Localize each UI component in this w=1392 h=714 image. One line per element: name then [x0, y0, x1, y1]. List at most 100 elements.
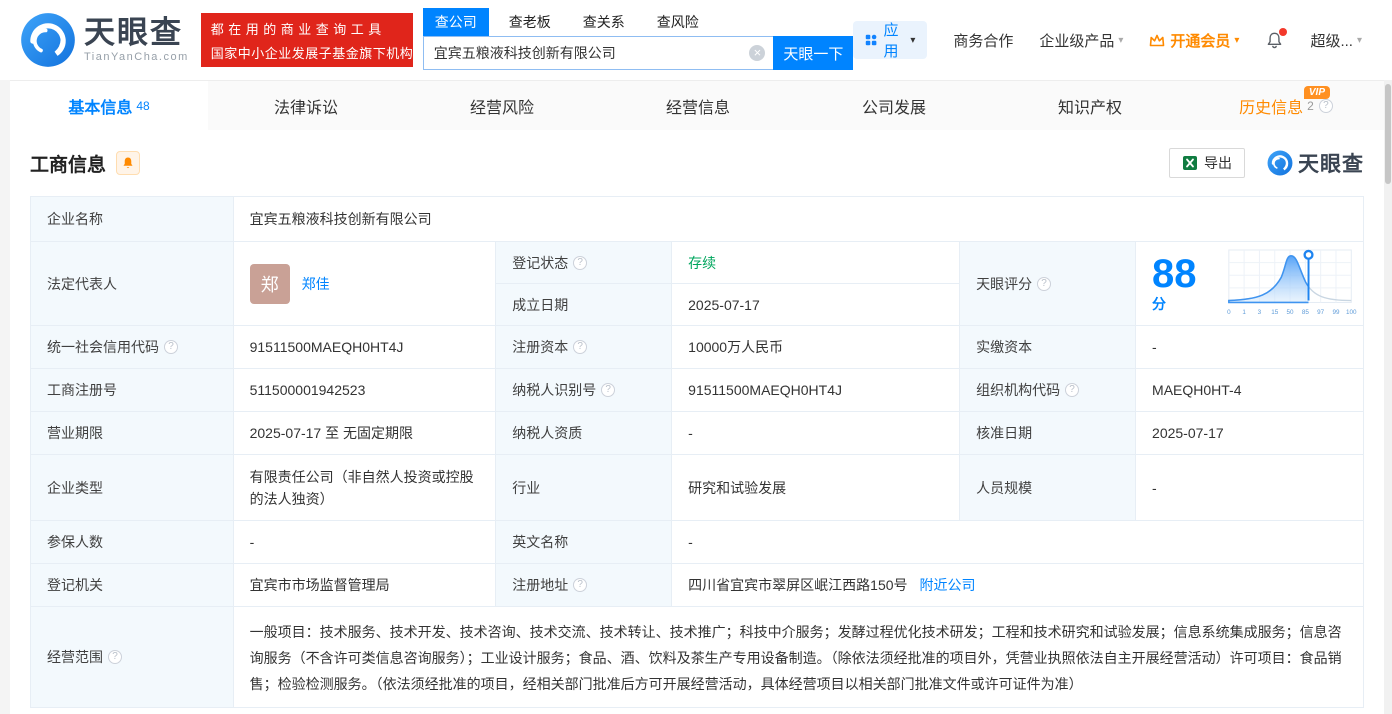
subscribe-bell-button[interactable] — [116, 151, 141, 175]
nav-super-label: 超级... — [1310, 32, 1353, 50]
main-content: 工商信息 导出 天眼查 企业名称 宜宾五粮液科技创新有限公司 法定代表人 郑 郑… — [10, 130, 1384, 714]
industry-label: 行业 — [496, 455, 673, 521]
svg-text:15: 15 — [1271, 309, 1279, 316]
org-code-value: MAEQH0HT-4 — [1136, 369, 1364, 412]
reg-number-value: 511500001942523 — [233, 369, 497, 412]
tianyancha-swirl-icon — [21, 13, 75, 67]
insured-count-label: 参保人数 — [31, 521, 234, 564]
logo-subtitle: TianYanCha.com — [84, 51, 189, 63]
reg-address-value-cell: 四川省宜宾市翠屏区岷江西路150号 附近公司 — [672, 564, 1364, 607]
nav-enterprise-label: 企业级产品 — [1039, 32, 1115, 50]
help-icon[interactable] — [108, 650, 122, 664]
avatar[interactable]: 郑 — [249, 263, 290, 304]
search-input[interactable] — [423, 37, 774, 69]
reg-capital-label-cell: 注册资本 — [496, 326, 673, 369]
help-icon[interactable] — [573, 340, 588, 354]
paid-capital-label: 实缴资本 — [960, 326, 1137, 369]
tab-operating-info[interactable]: 经营信息 — [600, 81, 796, 130]
tab-company-development[interactable]: 公司发展 — [796, 81, 992, 130]
search-tab-company[interactable]: 查公司 — [422, 8, 489, 36]
nav-open-vip[interactable]: 开通会员 ▾ — [1149, 30, 1239, 51]
tab-history-info[interactable]: VIP 历史信息 2 — [1188, 81, 1384, 130]
score-label: 天眼评分 — [976, 275, 1033, 292]
table-row: 经营范围 一般项目：技术服务、技术开发、技术咨询、技术交流、技术转让、技术推广；… — [31, 607, 1364, 708]
credit-code-label: 统一社会信用代码 — [47, 339, 159, 355]
tab-legal-proceedings[interactable]: 法律诉讼 — [208, 81, 404, 130]
tab-basic-info[interactable]: 基本信息 48 — [10, 81, 208, 130]
help-icon[interactable] — [601, 383, 616, 397]
taxpayer-id-label: 纳税人识别号 — [512, 382, 597, 398]
svg-text:100: 100 — [1346, 309, 1357, 316]
legal-rep-cell: 郑 郑佳 — [233, 242, 497, 326]
svg-text:97: 97 — [1317, 309, 1325, 316]
apps-menu[interactable]: 应用 ▾ — [853, 21, 928, 60]
help-icon[interactable] — [1065, 383, 1080, 397]
approval-date-value: 2025-07-17 — [1136, 412, 1364, 455]
help-icon[interactable] — [573, 255, 588, 270]
notifications-button[interactable] — [1265, 27, 1288, 50]
svg-text:0: 0 — [1227, 309, 1231, 316]
top-header: 天眼查 TianYanCha.com 都在用的商业查询工具 国家中小企业发展子基… — [0, 0, 1392, 80]
promo-banner: 都在用的商业查询工具 国家中小企业发展子基金旗下机构 — [200, 13, 413, 67]
legal-rep-link[interactable]: 郑佳 — [302, 274, 330, 294]
org-code-label: 组织机构代码 — [976, 382, 1061, 398]
scrollbar-thumb[interactable] — [1385, 84, 1391, 184]
search-button[interactable]: 天眼一下 — [773, 36, 854, 70]
apps-label: 应用 — [883, 22, 899, 60]
score-distribution-chart: 0 1 3 15 50 85 97 99 100 — [1227, 249, 1357, 316]
reg-status-label-cell: 登记状态 — [496, 242, 673, 284]
insured-count-value: - — [233, 521, 497, 564]
notification-dot — [1279, 27, 1288, 36]
company-name-label: 企业名称 — [31, 197, 234, 242]
tab-intellectual-property[interactable]: 知识产权 — [992, 81, 1188, 130]
table-row: 统一社会信用代码 91511500MAEQH0HT4J 注册资本 10000万人… — [31, 326, 1364, 369]
tab-basic-label: 基本信息 — [68, 99, 133, 117]
nearby-companies-link[interactable]: 附近公司 — [920, 575, 976, 595]
nav-business-cooperation[interactable]: 商务合作 — [953, 30, 1013, 51]
score-number: 88 — [1152, 251, 1197, 296]
est-date-label: 成立日期 — [496, 284, 673, 326]
business-scope-value: 一般项目：技术服务、技术开发、技术咨询、技术交流、技术转让、技术推广；科技中介服… — [233, 607, 1364, 708]
score-label-cell: 天眼评分 — [960, 242, 1137, 326]
tianyancha-logo[interactable]: 天眼查 TianYanCha.com — [20, 12, 189, 68]
search-tab-risk[interactable]: 查风险 — [645, 8, 711, 36]
nav-vip-label: 开通会员 — [1170, 32, 1231, 50]
reg-number-label: 工商注册号 — [31, 369, 234, 412]
reg-authority-label: 登记机关 — [31, 564, 234, 607]
help-icon[interactable] — [1318, 98, 1333, 113]
reg-status-value-cell: 存续 — [672, 242, 961, 284]
export-button[interactable]: 导出 — [1169, 148, 1245, 178]
approval-date-label: 核准日期 — [960, 412, 1137, 455]
search-tab-relation[interactable]: 查关系 — [571, 8, 637, 36]
reg-authority-value: 宜宾市市场监督管理局 — [233, 564, 497, 607]
score-marker-pin — [1303, 249, 1314, 260]
tab-operating-risk[interactable]: 经营风险 — [404, 81, 600, 130]
help-icon[interactable] — [573, 578, 588, 592]
company-tabbar: 基本信息 48 法律诉讼 经营风险 经营信息 公司发展 知识产权 VIP 历史信… — [10, 80, 1384, 130]
table-row: 工商注册号 511500001942523 纳税人识别号 91511500MAE… — [31, 369, 1364, 412]
score-unit: 分 — [1152, 295, 1167, 312]
clear-icon[interactable] — [749, 45, 766, 61]
search-tab-boss[interactable]: 查老板 — [497, 8, 563, 36]
chevron-down-icon: ▾ — [1234, 34, 1240, 46]
vip-badge: VIP — [1303, 86, 1330, 99]
taxpayer-id-value: 91511500MAEQH0HT4J — [672, 369, 961, 412]
nav-super-vip[interactable]: 超级... ▾ — [1310, 30, 1362, 51]
staff-size-label: 人员规模 — [960, 455, 1137, 521]
chevron-down-icon: ▾ — [910, 34, 916, 46]
section-header: 工商信息 导出 天眼查 — [10, 130, 1384, 196]
taxpayer-id-label-cell: 纳税人识别号 — [496, 369, 673, 412]
business-term-label: 营业期限 — [31, 412, 234, 455]
nav-enterprise-products[interactable]: 企业级产品 ▾ — [1039, 30, 1123, 51]
help-icon[interactable] — [164, 340, 178, 354]
reg-capital-value: 10000万人民币 — [672, 326, 961, 369]
company-type-value: 有限责任公司（非自然人投资或控股的法人独资） — [233, 455, 497, 521]
help-icon[interactable] — [1037, 276, 1052, 291]
table-row: 登记机关 宜宾市市场监督管理局 注册地址 四川省宜宾市翠屏区岷江西路150号 附… — [31, 564, 1364, 607]
credit-code-value: 91511500MAEQH0HT4J — [233, 326, 497, 369]
org-code-label-cell: 组织机构代码 — [960, 369, 1137, 412]
search-tabs: 查公司 查老板 查关系 查风险 — [422, 8, 854, 36]
scrollbar-track[interactable] — [1384, 80, 1392, 714]
svg-text:50: 50 — [1286, 309, 1294, 316]
industry-value: 研究和试验发展 — [672, 455, 961, 521]
